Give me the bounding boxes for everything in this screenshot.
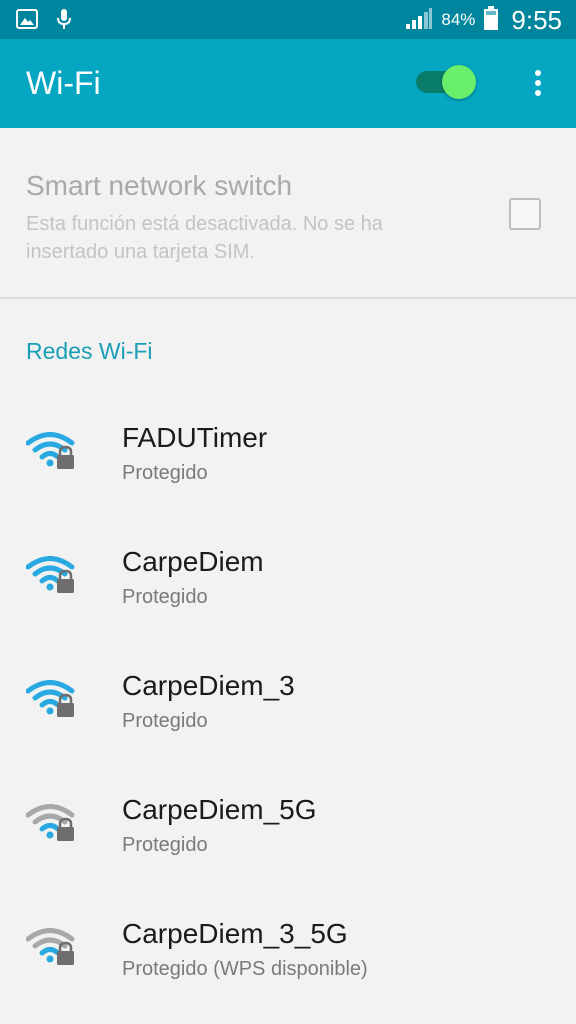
network-ssid: CarpeDiem_5G <box>122 794 317 825</box>
wifi-locked-strong-icon <box>25 680 78 718</box>
status-bar: 84% 9:55 <box>0 0 576 39</box>
wifi-locked-weak-icon <box>25 804 78 842</box>
network-security: Protegido <box>122 586 208 608</box>
network-ssid: CarpeDiem_3 <box>122 670 295 701</box>
wifi-locked-weak-icon <box>25 928 78 966</box>
section-header-wifi-networks: Redes Wi-Fi <box>26 338 153 364</box>
smart-network-title: Smart network switch <box>26 170 293 201</box>
wifi-network-item[interactable]: FADUTimer Protegido <box>0 376 576 500</box>
network-security: Protegido <box>122 834 208 856</box>
wifi-locked-strong-icon <box>25 432 78 470</box>
network-ssid: FADUTimer <box>122 422 268 453</box>
network-ssid: CarpeDiem_3_5G <box>122 918 348 949</box>
page-title: Wi-Fi <box>26 65 101 101</box>
microphone-icon <box>56 8 72 35</box>
clock: 9:55 <box>511 4 562 35</box>
wifi-network-item[interactable]: CarpeDiem_3_5G Protegido (WPS disponible… <box>0 872 576 996</box>
divider <box>0 297 576 299</box>
app-bar: Wi-Fi <box>0 39 576 128</box>
network-security: Protegido <box>122 710 208 732</box>
toggle-thumb <box>442 65 476 99</box>
network-security: Protegido (WPS disponible) <box>122 958 368 980</box>
network-ssid: CarpeDiem <box>122 546 264 577</box>
smart-network-description: Esta función está desactivada. No se ha … <box>26 213 383 263</box>
battery-percent: 84% <box>441 10 476 29</box>
smart-network-switch-row[interactable]: Smart network switch Esta función está d… <box>0 128 576 298</box>
network-security: Protegido <box>122 462 208 484</box>
battery-icon <box>483 5 499 36</box>
smart-network-checkbox[interactable] <box>509 198 541 230</box>
wifi-locked-strong-icon <box>25 556 78 594</box>
wifi-network-item[interactable]: CarpeDiem_3 Protegido <box>0 624 576 748</box>
cell-signal-icon <box>405 6 433 35</box>
image-icon <box>16 9 38 34</box>
wifi-network-item[interactable]: CarpeDiem_5G Protegido <box>0 748 576 872</box>
wifi-network-list: FADUTimer Protegido CarpeDiem Protegido <box>0 376 576 996</box>
wifi-network-item[interactable]: CarpeDiem Protegido <box>0 500 576 624</box>
more-options-icon[interactable] <box>520 63 556 103</box>
wifi-toggle[interactable] <box>416 63 478 101</box>
